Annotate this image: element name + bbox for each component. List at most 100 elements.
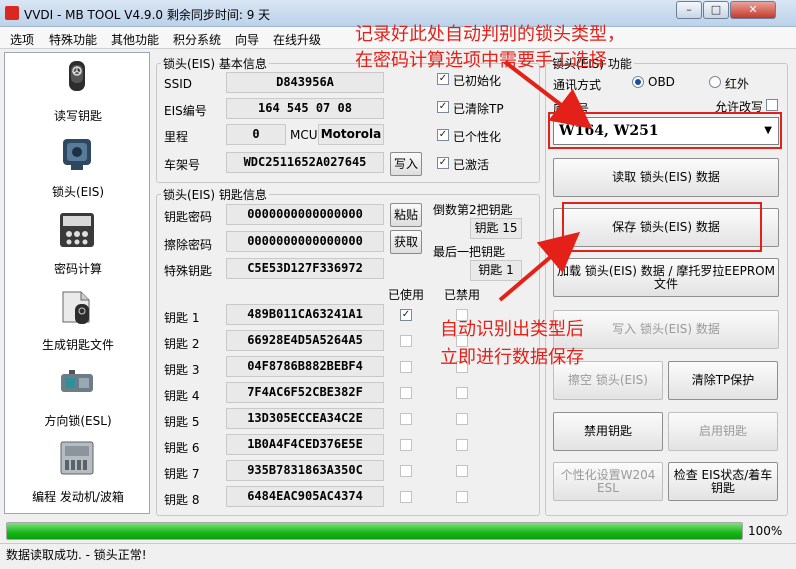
key-value-field[interactable]: 7F4AC6F52CBE382F xyxy=(226,382,384,403)
key-label: 钥匙 2 xyxy=(164,337,200,351)
annotation-mid-line2: 立即进行数据保存 xyxy=(440,347,584,368)
key-value-field[interactable]: 1B0A4F4CED376E5E xyxy=(226,434,384,455)
close-button[interactable]: ✕ xyxy=(730,1,776,19)
key-disabled-checkbox[interactable] xyxy=(456,387,468,399)
key-label: 钥匙 8 xyxy=(164,493,200,507)
read-eis-data-button[interactable]: 读取 锁头(EIS) 数据 xyxy=(553,158,779,197)
steering-lock-icon xyxy=(61,370,93,392)
enable-key-button[interactable]: 启用钥匙 xyxy=(668,412,778,451)
status-text: 数据读取成功. - 锁头正常! xyxy=(6,548,147,562)
menu-options[interactable]: 选项 xyxy=(10,31,34,48)
last-key-field: 钥匙 1 xyxy=(470,260,522,281)
allow-edit-checkbox[interactable] xyxy=(766,99,778,111)
mileage-field[interactable]: 0 xyxy=(226,124,286,145)
eis-key-info-legend: 锁头(EIS) 钥匙信息 xyxy=(163,188,267,202)
key-label: 钥匙 4 xyxy=(164,389,200,403)
sidebar-label-program-engine-gearbox: 编程 发动机/波箱 xyxy=(32,490,124,504)
personalized-checkbox[interactable]: ✓ xyxy=(437,129,449,141)
key-disabled-checkbox[interactable] xyxy=(456,413,468,425)
write-vin-button[interactable]: 写入 xyxy=(390,152,422,176)
eis-number-label: EIS编号 xyxy=(164,104,207,118)
erase-password-label: 擦除密码 xyxy=(164,238,213,252)
initialized-checkbox[interactable]: ✓ xyxy=(437,73,449,85)
used-column-header: 已使用 xyxy=(388,288,425,302)
key-used-checkbox[interactable] xyxy=(400,465,412,477)
sidebar-item-generate-key-file[interactable]: 生成钥匙文件 xyxy=(5,284,151,358)
key-value-field[interactable]: 489B011CA63241A1 xyxy=(226,304,384,325)
get-button[interactable]: 获取 xyxy=(390,230,422,254)
sidebar-label-password-calc: 密码计算 xyxy=(53,262,102,276)
activated-checkbox[interactable]: ✓ xyxy=(437,157,449,169)
write-eis-data-button[interactable]: 写入 锁头(EIS) 数据 xyxy=(553,310,779,349)
key-used-checkbox[interactable]: ✓ xyxy=(400,309,412,321)
sidebar: 读写钥匙 锁头(EIS) 密码计算 生成钥匙文件 方向锁(ESL) 编程 发动机… xyxy=(4,52,150,514)
sidebar-item-program-engine-gearbox[interactable]: 编程 发动机/波箱 xyxy=(5,436,151,510)
key-password-label: 钥匙密码 xyxy=(164,210,213,224)
sidebar-item-esl[interactable]: 方向锁(ESL) xyxy=(5,360,151,434)
activated-label: 已激活 xyxy=(453,158,490,172)
menu-other-functions[interactable]: 其他功能 xyxy=(111,31,159,48)
menu-special-functions[interactable]: 特殊功能 xyxy=(49,31,97,48)
key-used-checkbox[interactable] xyxy=(400,335,412,347)
key-label: 钥匙 1 xyxy=(164,311,200,325)
key-used-checkbox[interactable] xyxy=(400,413,412,425)
initialized-label: 已初始化 xyxy=(453,74,502,88)
second-last-key-field: 钥匙 15 xyxy=(470,218,522,239)
ssid-field[interactable]: D843956A xyxy=(226,72,384,93)
menu-wizard[interactable]: 向导 xyxy=(235,31,259,48)
key-used-checkbox[interactable] xyxy=(400,387,412,399)
obd-label: OBD xyxy=(648,75,675,89)
key-label: 钥匙 7 xyxy=(164,467,200,481)
load-eis-file-button[interactable]: 加载 锁头(EIS) 数据 / 摩托罗拉EEPROM 文件 xyxy=(553,258,779,297)
annotation-top-line2: 在密码计算选项中需要手工选择 xyxy=(355,50,607,71)
sidebar-item-password-calc[interactable]: 密码计算 xyxy=(5,208,151,282)
maximize-button[interactable]: □ xyxy=(703,1,729,19)
last-key-label: 最后一把钥匙 xyxy=(433,245,506,259)
mcu-label: MCU xyxy=(290,128,318,142)
app-icon xyxy=(5,6,19,20)
vin-field[interactable]: WDC2511652A027645 xyxy=(226,152,384,173)
clear-tp-button[interactable]: 清除TP保护 xyxy=(668,361,778,400)
personalized-label: 已个性化 xyxy=(453,130,502,144)
vin-label: 车架号 xyxy=(164,158,201,172)
sidebar-label-read-write-key: 读写钥匙 xyxy=(53,109,102,123)
comm-method-label: 通讯方式 xyxy=(553,78,602,92)
key-disabled-checkbox[interactable] xyxy=(456,439,468,451)
highlight-box-chassis xyxy=(548,112,782,149)
paste-button[interactable]: 粘贴 xyxy=(390,203,422,227)
key-label: 钥匙 5 xyxy=(164,415,200,429)
window-title: VVDI - MB TOOL V4.9.0 剩余同步时间: 9 天 xyxy=(24,8,271,22)
menu-points-system[interactable]: 积分系统 xyxy=(173,31,221,48)
sidebar-item-read-write-key[interactable]: 读写钥匙 xyxy=(5,55,151,129)
eis-number-field[interactable]: 164 545 07 08 xyxy=(226,98,384,119)
key-disabled-checkbox[interactable] xyxy=(456,491,468,503)
mcu-field[interactable]: Motorola xyxy=(318,124,384,145)
progress-percent: 100% xyxy=(748,524,783,538)
sidebar-item-eis[interactable]: 锁头(EIS) xyxy=(5,131,151,205)
key-value-field[interactable]: 04F8786B882BEBF4 xyxy=(226,356,384,377)
key-value-field[interactable]: 13D305ECCEA34C2E xyxy=(226,408,384,429)
key-value-field[interactable]: 6484EAC905AC4374 xyxy=(226,486,384,507)
key-used-checkbox[interactable] xyxy=(400,439,412,451)
key-used-checkbox[interactable] xyxy=(400,361,412,373)
check-eis-status-button[interactable]: 检查 EIS状态/着车钥匙 xyxy=(668,462,778,501)
disable-key-button[interactable]: 禁用钥匙 xyxy=(553,412,663,451)
menu-online-upgrade[interactable]: 在线升级 xyxy=(273,31,321,48)
key-used-checkbox[interactable] xyxy=(400,491,412,503)
key-value-field[interactable]: 935B7831863A350C xyxy=(226,460,384,481)
key-value-field[interactable]: 66928E4D5A5264A5 xyxy=(226,330,384,351)
key-disabled-checkbox[interactable] xyxy=(456,465,468,477)
infrared-radio[interactable] xyxy=(709,76,721,88)
password-calc-icon xyxy=(60,213,94,247)
key-label: 钥匙 6 xyxy=(164,441,200,455)
special-key-field[interactable]: C5E53D127F336972 xyxy=(226,258,384,279)
obd-radio[interactable] xyxy=(632,76,644,88)
personalize-esl-button[interactable]: 个性化设置W204 ESL xyxy=(553,462,663,501)
erase-password-field[interactable]: 0000000000000000 xyxy=(226,231,384,252)
tp-cleared-checkbox[interactable]: ✓ xyxy=(437,101,449,113)
minimize-button[interactable]: – xyxy=(676,1,702,19)
key-password-field[interactable]: 0000000000000000 xyxy=(226,204,384,225)
sidebar-label-esl: 方向锁(ESL) xyxy=(44,414,112,428)
highlight-box-save xyxy=(562,202,762,252)
tp-cleared-label: 已清除TP xyxy=(453,102,504,116)
